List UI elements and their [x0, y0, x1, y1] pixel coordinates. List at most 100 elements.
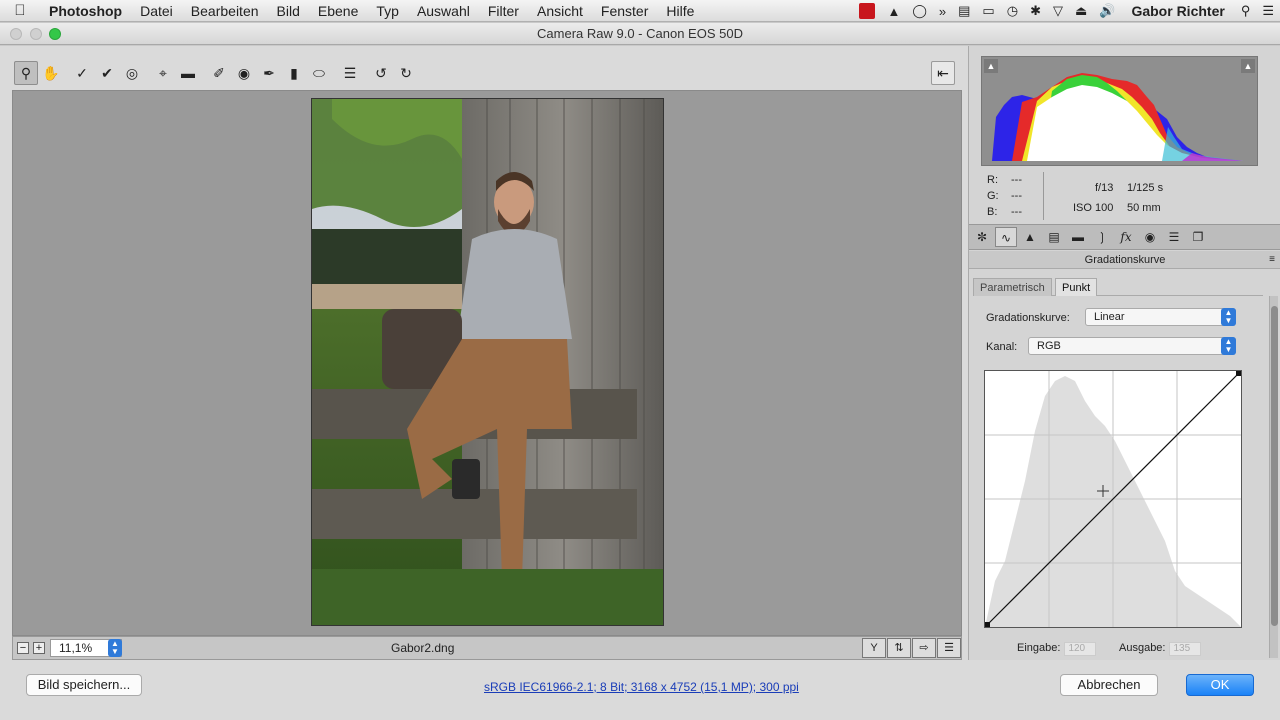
window-zoom-button[interactable]: [49, 28, 61, 40]
airplay-icon[interactable]: ▭: [976, 3, 1000, 19]
tab-lens-corrections[interactable]: ❳: [1091, 227, 1113, 247]
ok-button[interactable]: OK: [1186, 674, 1254, 696]
panel-scrollbar[interactable]: [1269, 296, 1278, 658]
zoom-in-button[interactable]: +: [33, 642, 45, 654]
preferences-tool[interactable]: ☰: [338, 61, 362, 85]
before-after-view-icon[interactable]: Y: [862, 638, 886, 658]
rotate-left-tool[interactable]: ↺: [369, 61, 393, 85]
save-image-button[interactable]: Bild speichern...: [26, 674, 142, 696]
workflow-options-link[interactable]: sRGB IEC61966-2.1; 8 Bit; 3168 x 4752 (1…: [484, 680, 799, 694]
fx-icon: fx: [1120, 230, 1132, 244]
time-machine-icon[interactable]: ◷: [1001, 3, 1024, 19]
tab-effects[interactable]: fx: [1115, 227, 1137, 247]
lens-icon: ❳: [1096, 230, 1108, 244]
panel-title: Gradationskurve ≡: [969, 251, 1280, 269]
menu-hilfe[interactable]: Hilfe: [657, 3, 703, 19]
camera-readout: R: --- G: --- B: --- f/13 1/125 s ISO 100 5…: [969, 170, 1280, 224]
tab-camera-calibration[interactable]: ◉: [1139, 227, 1161, 247]
tab-parametric[interactable]: Parametrisch: [973, 278, 1052, 296]
camera-raw-window: ⚲ ✋ ✓ ✔ ◎ ⌖ ▬ ✐ ◉ ✒ ▮ ⬭ ☰ ↺ ↻ ⇤ − + 11,1…: [0, 46, 1280, 720]
rotate-right-icon: ↻: [400, 64, 412, 81]
crop-tool[interactable]: ⌖: [151, 61, 175, 85]
adjustments-panel: ▲ ▲ R: --- G: --- B: --- f/13 1/125 s ISO 1…: [968, 46, 1280, 660]
dialog-footer: Bild speichern... sRGB IEC61966-2.1; 8 B…: [0, 660, 1280, 720]
zoom-level-select[interactable]: 11,1% ▲ ▼: [50, 639, 122, 657]
input-value-field[interactable]: 120: [1064, 642, 1097, 656]
photo-preview[interactable]: [311, 98, 664, 626]
eyedropper-icon: ✓: [76, 64, 88, 81]
tab-split-toning[interactable]: ▬: [1067, 227, 1089, 247]
forward-icon[interactable]: »: [933, 4, 952, 19]
panel-tab-strip: ✼ ∿ ▲ ▤ ▬ ❳ fx ◉ ☰ ❐: [969, 224, 1280, 250]
menu-fenster[interactable]: Fenster: [592, 3, 657, 19]
channel-select[interactable]: RGB ▲ ▼: [1028, 337, 1236, 355]
menu-auswahl[interactable]: Auswahl: [408, 3, 479, 19]
tab-snapshots[interactable]: ❐: [1187, 227, 1209, 247]
color-sampler-tool[interactable]: ✔: [95, 61, 119, 85]
targeted-adjustment-tool[interactable]: ◎: [120, 61, 144, 85]
tab-detail[interactable]: ▲: [1019, 227, 1041, 247]
blue-readout: B: ---: [987, 206, 1022, 218]
toggle-default-icon[interactable]: ☰: [937, 638, 961, 658]
brush-icon: ✒: [263, 64, 275, 81]
volume-icon[interactable]: 🔊: [1093, 3, 1121, 19]
hand-tool[interactable]: ✋: [39, 61, 63, 85]
tab-hsl[interactable]: ▤: [1043, 227, 1065, 247]
rotate-right-tool[interactable]: ↻: [394, 61, 418, 85]
menu-datei[interactable]: Datei: [131, 3, 182, 19]
menu-ebene[interactable]: Ebene: [309, 3, 367, 19]
wifi-icon[interactable]: ▽: [1047, 3, 1069, 19]
snapshots-icon: ❐: [1192, 230, 1204, 244]
search-icon[interactable]: ⚲: [1235, 3, 1257, 19]
tab-point[interactable]: Punkt: [1055, 278, 1098, 296]
hsl-icon: ▤: [1048, 230, 1060, 244]
tab-basic[interactable]: ✼: [971, 227, 993, 247]
white-balance-tool[interactable]: ✓: [70, 61, 94, 85]
user-name[interactable]: Gabor Richter: [1121, 3, 1234, 19]
menu-typ[interactable]: Typ: [367, 3, 408, 19]
apple-icon[interactable]: : [0, 2, 40, 19]
tab-tone-curve[interactable]: ∿: [995, 227, 1017, 247]
zoom-out-button[interactable]: −: [17, 642, 29, 654]
cc-icon[interactable]: ◯: [906, 3, 933, 19]
histogram-graph: [992, 73, 1244, 161]
eject-icon[interactable]: ⏏: [1069, 3, 1093, 19]
straighten-tool[interactable]: ▬: [176, 61, 200, 85]
hand-icon: ✋: [42, 64, 60, 81]
spot-removal-tool[interactable]: ✐: [207, 61, 231, 85]
window-minimize-button[interactable]: [30, 28, 42, 40]
adjustment-brush-tool[interactable]: ✒: [257, 61, 281, 85]
menu-bild[interactable]: Bild: [268, 3, 309, 19]
radial-filter-tool[interactable]: ⬭: [307, 61, 331, 85]
shadow-clipping-icon[interactable]: ▲: [984, 59, 998, 73]
tone-curve-editor[interactable]: [984, 370, 1242, 628]
hat-icon[interactable]: ▲: [881, 4, 906, 19]
window-close-button[interactable]: [10, 28, 22, 40]
graduated-filter-tool[interactable]: ▮: [282, 61, 306, 85]
curve-preset-select[interactable]: Linear ▲ ▼: [1085, 308, 1236, 326]
output-value-field[interactable]: 135: [1169, 642, 1202, 656]
cancel-button[interactable]: Abbrechen: [1060, 674, 1158, 696]
curve-icon: ∿: [1000, 231, 1012, 245]
copy-settings-icon[interactable]: ⇨: [912, 638, 936, 658]
highlight-clipping-icon[interactable]: ▲: [1241, 59, 1255, 73]
drive-icon[interactable]: ▤: [952, 3, 976, 19]
window-title-bar: Camera Raw 9.0 - Canon EOS 50D: [0, 23, 1280, 45]
red-eye-tool[interactable]: ◉: [232, 61, 256, 85]
adobe-creative-cloud-icon[interactable]: [853, 3, 881, 20]
menu-bearbeiten[interactable]: Bearbeiten: [182, 3, 268, 19]
scrollbar-thumb[interactable]: [1271, 306, 1278, 626]
menu-app-name[interactable]: Photoshop: [40, 3, 131, 19]
image-canvas[interactable]: [12, 90, 962, 636]
menu-filter[interactable]: Filter: [479, 3, 528, 19]
tab-presets[interactable]: ☰: [1163, 227, 1185, 247]
bluetooth-icon[interactable]: ✱: [1024, 3, 1047, 19]
swap-settings-icon[interactable]: ⇅: [887, 638, 911, 658]
red-readout: R: ---: [987, 174, 1022, 186]
zoom-tool[interactable]: ⚲: [14, 61, 38, 85]
open-in-photoshop-button[interactable]: ⇤: [931, 61, 955, 85]
panel-menu-icon[interactable]: ≡: [1269, 251, 1275, 269]
menu-ansicht[interactable]: Ansicht: [528, 3, 592, 19]
list-icon[interactable]: ☰: [1256, 3, 1280, 19]
stepper-icon[interactable]: ▲ ▼: [108, 639, 122, 657]
